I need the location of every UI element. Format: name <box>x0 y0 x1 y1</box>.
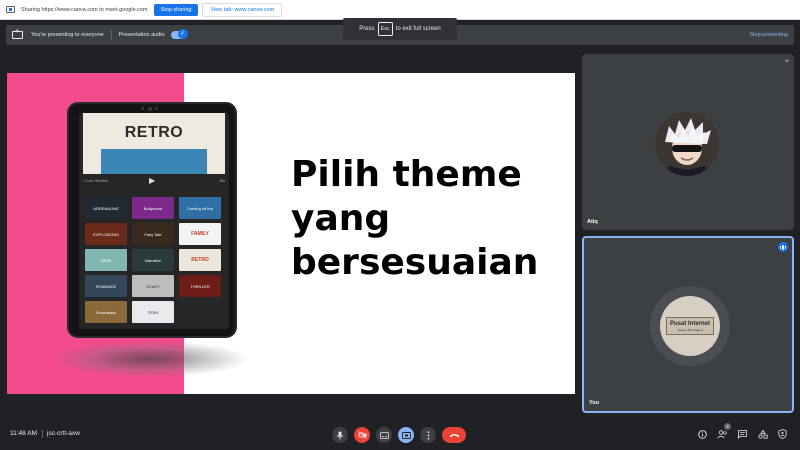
presentation-audio-label: Presentation audio <box>118 32 165 38</box>
activities-button[interactable] <box>757 428 769 440</box>
theme-thumbnail[interactable]: SCARY <box>132 275 174 297</box>
camera-button[interactable] <box>354 427 370 443</box>
more-options-icon <box>427 430 429 440</box>
participant-name: You <box>589 400 599 406</box>
meeting-clock: 11:48 AM <box>10 430 37 437</box>
sharing-infobar: Sharing https://www.canva.com to meet.go… <box>0 0 800 20</box>
present-screen-icon <box>12 28 23 39</box>
theme-thumbnail[interactable]: FAMILY <box>179 223 221 245</box>
meeting-controls-bar: 11:48 AM jsc-crtt-axw 3 <box>0 418 800 450</box>
theme-grid: ADRENALINE Bollywood Coming off the EXPLOSI… <box>85 197 225 323</box>
slide-heading-line: Pilih theme <box>291 154 522 195</box>
microphone-button[interactable] <box>332 427 348 443</box>
tablet-camera-dot <box>141 107 144 110</box>
present-icon <box>401 431 411 439</box>
video-preview: RETRO <box>83 113 225 174</box>
shield-icon <box>777 429 787 439</box>
theme-thumbnail[interactable]: THRILLER <box>179 275 221 297</box>
meeting-code: jsc-crtt-axw <box>47 430 80 437</box>
meeting-details-button[interactable] <box>696 428 708 440</box>
slide-heading-line: bersesuaian <box>291 242 539 283</box>
screen-share-icon <box>6 6 15 13</box>
play-icon: ▶ <box>149 176 156 185</box>
preview-controls: 1 Cont. Member ▶ 38s <box>83 176 225 187</box>
toast-prefix: Press <box>359 26 375 32</box>
theme-thumbnail[interactable]: Bollywood <box>132 197 174 219</box>
theme-thumbnail[interactable]: ADRENALINE <box>85 197 127 219</box>
chat-button[interactable] <box>736 428 748 440</box>
fullscreen-exit-toast: Press Esc to exit full screen <box>343 18 457 40</box>
host-controls-button[interactable] <box>776 428 788 440</box>
presenting-status-text: You're presenting to everyone <box>31 32 104 38</box>
pin-icon[interactable]: ⌖ <box>785 58 789 66</box>
view-tab-button[interactable]: View tab: www.canva.com <box>202 2 283 17</box>
tablet-shadow <box>52 341 247 377</box>
theme-thumbnail[interactable]: Soundtrack <box>85 301 127 323</box>
captions-icon <box>379 431 389 439</box>
avatar: Pusat Internet Taman Jitra Pagoh <box>660 296 720 356</box>
theme-thumbnail[interactable]: Fairy Tale <box>132 223 174 245</box>
people-button[interactable]: 3 <box>716 423 731 440</box>
captions-button[interactable] <box>376 427 392 443</box>
more-options-button[interactable] <box>420 427 436 443</box>
preview-duration: 38s <box>219 179 225 183</box>
sharing-status-text: Sharing https://www.canva.com to meet.go… <box>21 6 148 13</box>
speaking-indicator-icon <box>778 242 788 252</box>
preview-image <box>101 149 207 174</box>
esc-key: Esc <box>377 22 393 36</box>
anime-avatar-icon <box>655 112 719 176</box>
chat-icon <box>737 429 747 439</box>
tablet-camera-dot <box>155 107 158 110</box>
theme-thumbnail[interactable]: Coming off the <box>179 197 221 219</box>
avatar <box>655 112 719 176</box>
divider <box>110 30 112 40</box>
avatar-sign-text: Pusat Internet <box>669 320 710 327</box>
stop-sharing-button[interactable]: Stop sharing <box>153 3 199 16</box>
people-icon <box>716 429 727 438</box>
participant-tile-you[interactable]: Pusat Internet Taman Jitra Pagoh You <box>582 236 794 413</box>
theme-thumbnail[interactable]: ROMANCE <box>85 275 127 297</box>
divider <box>42 430 43 438</box>
participant-count-badge: 3 <box>724 423 731 430</box>
leave-call-button[interactable] <box>442 427 466 443</box>
tablet-mockup: RETRO 1 Cont. Member ▶ 38s ADRENALINE Bol… <box>67 102 237 338</box>
participant-tile-atiq[interactable]: ⌖ Atiq <box>582 54 794 230</box>
avatar-sign: Pusat Internet Taman Jitra Pagoh <box>666 317 714 335</box>
theme-thumbnail[interactable]: TEEN <box>132 301 174 323</box>
participant-name: Atiq <box>587 219 598 225</box>
slide-heading: Pilih theme yang bersesuaian <box>291 153 551 285</box>
tablet-screen: RETRO 1 Cont. Member ▶ 38s ADRENALINE Bol… <box>79 113 229 329</box>
camera-off-icon <box>357 431 367 439</box>
theme-thumbnail[interactable]: RETRO <box>179 249 221 271</box>
activities-icon <box>758 429 768 439</box>
presented-slide: RETRO 1 Cont. Member ▶ 38s ADRENALINE Bol… <box>7 73 575 394</box>
presentation-audio-toggle[interactable] <box>170 29 188 39</box>
present-button[interactable] <box>398 427 414 443</box>
hangup-icon <box>449 433 459 437</box>
slide-heading-line: yang <box>291 198 391 239</box>
theme-thumbnail[interactable]: INDIE <box>85 249 127 271</box>
toast-suffix: to exit full screen <box>395 26 441 32</box>
theme-thumbnail[interactable]: EXPLOSIONS <box>85 223 127 245</box>
stop-presenting-button[interactable]: Stop presenting <box>749 32 788 38</box>
avatar-sign-subtext: Taman Jitra Pagoh <box>677 327 703 332</box>
mic-icon <box>336 431 344 439</box>
preview-meta-left: 1 Cont. Member <box>83 179 109 183</box>
preview-title: RETRO <box>124 124 184 141</box>
theme-thumbnail[interactable]: Narrative <box>132 249 174 271</box>
tablet-camera <box>148 107 152 111</box>
info-icon <box>697 429 707 439</box>
